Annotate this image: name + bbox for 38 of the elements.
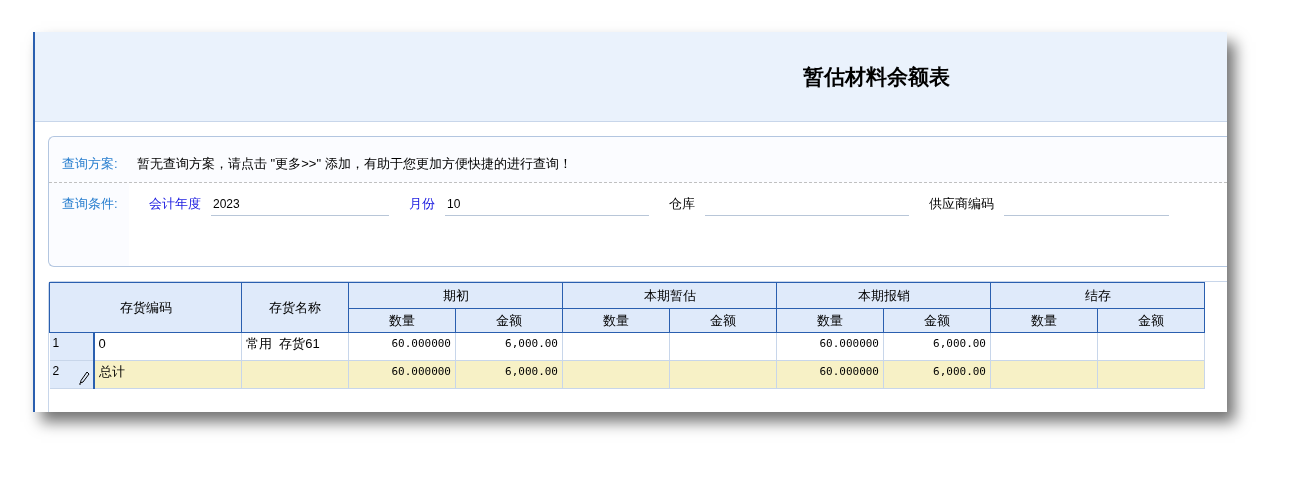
table-cell: 60.000000 [348,360,456,389]
column-header: 金额 [455,308,563,333]
column-header: 存货编码 [49,282,242,333]
column-group-header: 本期报销 [776,282,991,309]
table-cell: 6,000.00 [455,332,563,361]
row-number: 1 [49,332,94,361]
input-field[interactable]: 2023 [211,192,389,216]
table-cell: 6,000.00 [883,360,991,389]
column-header: 存货名称 [241,282,349,333]
table-cell: 0 [93,332,242,361]
table-cell: 总计 [93,360,242,389]
column-group-header: 结存 [990,282,1205,309]
pencil-icon [77,371,90,385]
column-group-header: 期初 [348,282,563,309]
table-cell: 60.000000 [776,360,884,389]
table-cell: 6,000.00 [883,332,991,361]
field-label: 仓库 [669,195,695,214]
column-header: 数量 [562,308,670,333]
column-header: 数量 [990,308,1098,333]
field-label: 供应商编码 [929,195,994,214]
report-title: 暂估材料余额表 [802,63,950,90]
column-group-header: 本期暂估 [562,282,777,309]
column-header: 金额 [1097,308,1205,333]
table-cell: 6,000.00 [455,360,563,389]
column-header: 数量 [348,308,456,333]
column-header: 金额 [669,308,777,333]
table-cell: 常用 存货61 [241,332,349,361]
input-field[interactable]: 10 [445,192,649,216]
column-header: 金额 [883,308,991,333]
field-label: 会计年度 [149,195,201,214]
field-label: 月份 [409,195,435,214]
row-number: 2 [49,360,94,389]
table-cell: 60.000000 [776,332,884,361]
column-header: 数量 [776,308,884,333]
query-conditions-label: 查询条件: [61,195,119,213]
table-cell: 60.000000 [348,332,456,361]
query-scheme-label: 查询方案: [61,154,119,173]
query-scheme-message: 暂无查询方案，请点击 "更多>>" 添加，有助于您更加方便快捷的进行查询！ [137,154,572,173]
